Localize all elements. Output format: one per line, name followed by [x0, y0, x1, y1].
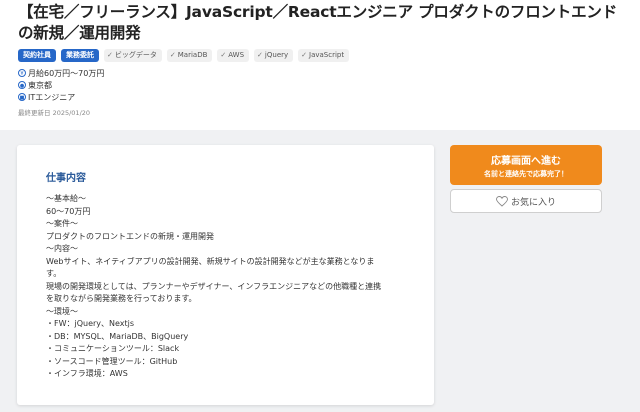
- section-heading: 仕事内容: [46, 173, 86, 184]
- job-title-line2: の新規／運用開発: [18, 24, 141, 42]
- location-pin-icon: ●: [18, 81, 26, 89]
- check-icon: ✓: [107, 50, 113, 59]
- apply-button-sublabel: 名前と連絡先で応募完了！: [484, 170, 568, 178]
- category-row: ■ ITエンジニア: [18, 91, 104, 103]
- heart-icon: [496, 195, 508, 207]
- description-line: 現場の開発環境としては、プランナーやデザイナー、インフラエンジニアなどの他職種と…: [46, 281, 382, 291]
- favorite-button-label: お気に入り: [510, 197, 556, 208]
- skill-tag: ✓ JavaScript: [298, 48, 350, 62]
- check-icon: ✓: [220, 50, 227, 59]
- apply-button[interactable]: 応募画面へ進む 名前と連絡先で応募完了！: [450, 145, 602, 185]
- skill-tag-label: MariaDB: [177, 50, 208, 59]
- category-text: ITエンジニア: [28, 92, 76, 102]
- description-line: ・FW：jQuery、Nextjs: [46, 319, 135, 328]
- job-header: 【在宅／フリーランス】JavaScript／Reactエンジニア プロダクトのフ…: [0, 0, 640, 130]
- skill-tag: ✓ ビッグデータ: [104, 48, 162, 62]
- last-updated: 最終更新日 2025/01/20: [18, 109, 91, 117]
- location-text: 東京都: [28, 80, 52, 90]
- salary-row: ¥ 月給60万円〜70万円: [18, 67, 104, 79]
- description-line: を取りながら開発業務を行っております。: [46, 294, 197, 303]
- description-line: Webサイト、ネイティブアプリの設計開発、新規サイトの設計開発などが主な業務とな…: [46, 256, 375, 266]
- check-icon: ✓: [301, 50, 308, 59]
- contract-tag: 業務委託: [61, 48, 99, 62]
- skill-tag: ✓ jQuery: [254, 48, 294, 62]
- briefcase-icon: ■: [18, 93, 26, 101]
- tag-list: 契約社員 業務委託 ✓ ビッグデータ ✓ MariaDB ✓ AWS ✓ jQuery …: [18, 48, 350, 62]
- skill-tag-label: JavaScript: [309, 50, 345, 59]
- description-line: 〜基本給〜: [46, 194, 86, 203]
- skill-tag-label: AWS: [228, 50, 245, 59]
- location-row: ● 東京都: [18, 79, 104, 91]
- skill-tag: ✓ AWS: [217, 48, 250, 62]
- salary-text: 月給60万円〜70万円: [28, 68, 105, 78]
- description-line: プロダクトのフロントエンドの新規・運用開発: [46, 231, 214, 241]
- skill-tag: ✓ MariaDB: [166, 48, 213, 62]
- job-description-card: 仕事内容 〜基本給〜 60〜70万円 〜案件〜 プロダクトのフロントエンドの新規…: [17, 145, 434, 405]
- description-line: ・DB：MYSQL、MariaDB、BigQuery: [46, 331, 189, 341]
- job-title: 【在宅／フリーランス】JavaScript／Reactエンジニア プロダクトのフ…: [18, 2, 618, 44]
- check-icon: ✓: [169, 50, 176, 59]
- description-line: ・インフラ環境：AWS: [46, 369, 128, 378]
- apply-button-label: 応募画面へ進む: [491, 156, 561, 167]
- description-line: 60〜70万円: [46, 206, 91, 216]
- check-icon: ✓: [257, 50, 263, 59]
- skill-tag-label: ビッグデータ: [114, 50, 157, 59]
- description-line: ・ソースコード管理ツール：GitHub: [46, 356, 178, 366]
- description-line: ・コミュニケーションツール：Slack: [46, 344, 180, 353]
- yen-icon: ¥: [18, 69, 26, 77]
- job-meta: ¥ 月給60万円〜70万円 ● 東京都 ■ ITエンジニア: [18, 67, 104, 103]
- description-line: 〜案件〜: [46, 219, 78, 228]
- favorite-button[interactable]: お気に入り: [450, 189, 602, 213]
- job-description: 〜基本給〜 60〜70万円 〜案件〜 プロダクトのフロントエンドの新規・運用開発…: [46, 193, 411, 381]
- skill-tag-label: jQuery: [264, 50, 289, 59]
- job-title-line1: 【在宅／フリーランス】JavaScript／Reactエンジニア プロダクトのフ…: [18, 3, 617, 21]
- description-line: 〜環境〜: [46, 306, 78, 316]
- contract-tag: 契約社員: [18, 48, 56, 62]
- description-line: す。: [46, 269, 62, 278]
- description-line: 〜内容〜: [46, 244, 78, 253]
